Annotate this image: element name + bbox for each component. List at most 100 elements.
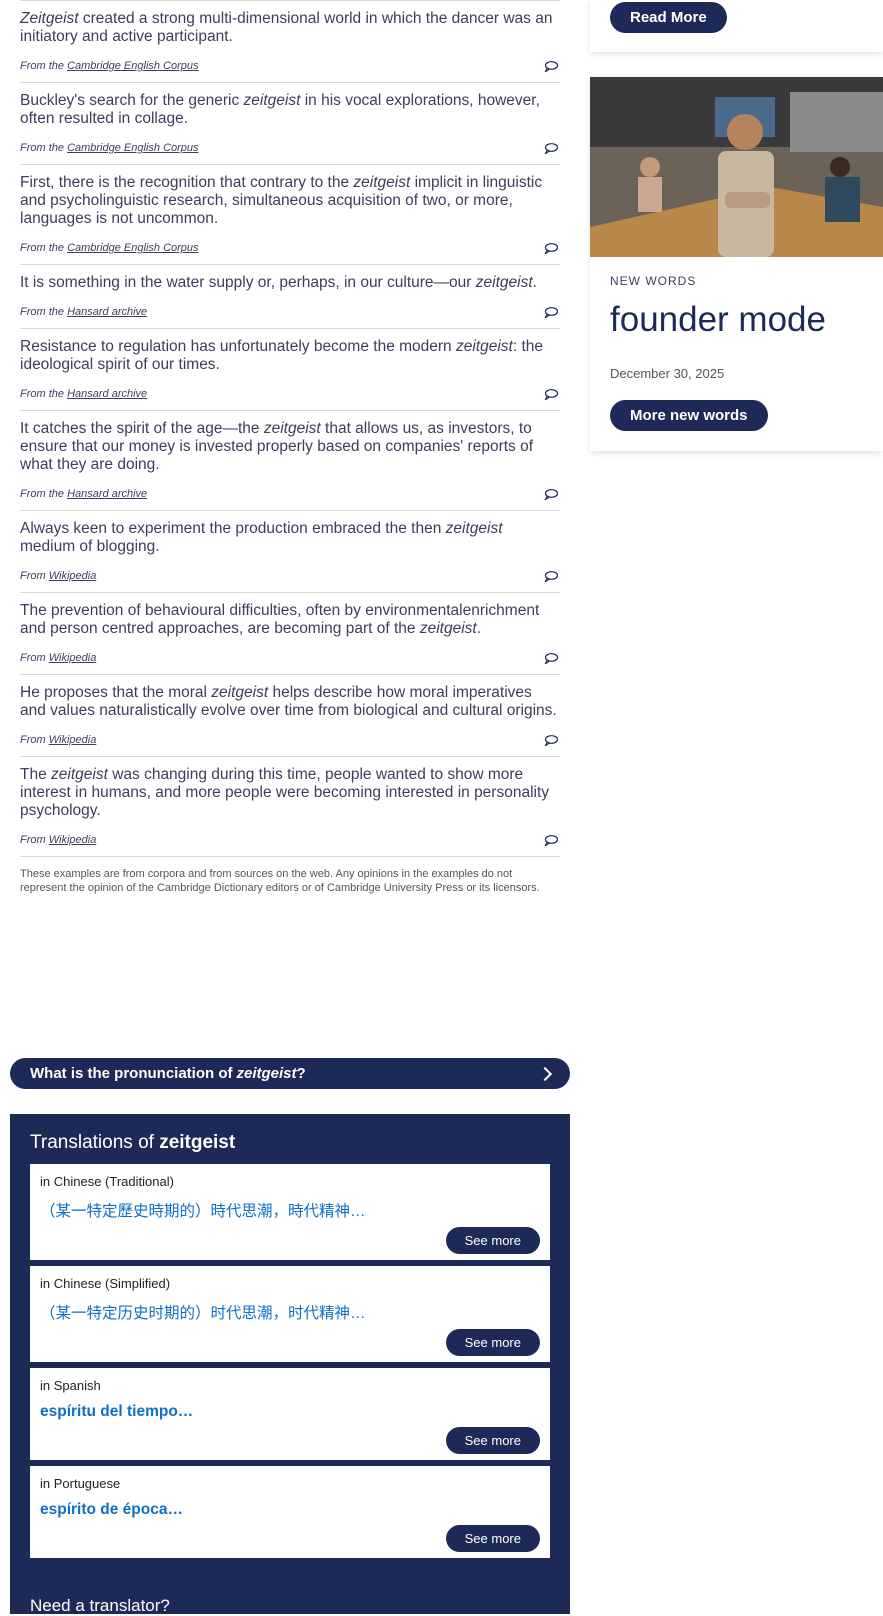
translation-text[interactable]: espíritu del tiempo… — [40, 1403, 540, 1421]
translation-actions: See more — [40, 1329, 540, 1356]
example-item: It catches the spirit of the age—the zei… — [20, 411, 560, 511]
sentence-text: . — [532, 274, 537, 291]
example-sentence: The prevention of behavioural difficulti… — [20, 602, 560, 638]
new-words-photo — [590, 77, 883, 257]
read-more-button[interactable]: Read More — [610, 2, 727, 33]
example-source-row: From the Hansard archive — [20, 386, 560, 402]
source-prefix: From — [20, 734, 46, 746]
source-link[interactable]: Wikipedia — [49, 652, 97, 664]
more-new-words-button[interactable]: More new words — [610, 400, 768, 431]
pronunciation-prefix: What is the pronunciation of — [30, 1065, 233, 1082]
translations-title-word: zeitgeist — [159, 1132, 236, 1153]
example-source: From the Cambridge English Corpus — [20, 242, 199, 254]
sentence-text: Always keen to experiment the production… — [20, 520, 446, 537]
translation-language: in Spanish — [40, 1378, 101, 1393]
feedback-icon[interactable] — [544, 570, 558, 582]
source-prefix: From the — [20, 242, 65, 254]
examples-disclaimer: These examples are from corpora and from… — [20, 868, 540, 894]
example-item: It is something in the water supply or, … — [20, 265, 560, 329]
example-item: He proposes that the moral zeitgeist hel… — [20, 675, 560, 757]
translation-text[interactable]: （某一特定历史时期的）时代思潮，时代精神… — [40, 1301, 540, 1323]
example-source-row: From the Cambridge English Corpus — [20, 240, 560, 256]
sentence-text: . — [476, 620, 482, 637]
source-link[interactable]: Cambridge English Corpus — [67, 60, 198, 72]
example-source: From the Hansard archive — [20, 388, 147, 400]
example-item: Zeitgeist created a strong multi-dimensi… — [20, 1, 560, 83]
source-prefix: From — [20, 652, 46, 664]
sentence-text: Buckley's search for the generic — [20, 92, 244, 109]
headword-highlight: zeitgeist — [353, 174, 411, 191]
translation-language: in Chinese (Traditional) — [40, 1174, 174, 1189]
translation-text[interactable]: espírito de época… — [40, 1501, 540, 1519]
feedback-icon[interactable] — [544, 488, 558, 500]
source-link[interactable]: Cambridge English Corpus — [67, 242, 198, 254]
feedback-icon[interactable] — [544, 142, 558, 154]
new-words-title[interactable]: founder mode — [610, 300, 826, 340]
translations-panel: Translations of zeitgeist in Chinese (Tr… — [10, 1114, 570, 1616]
example-item: Always keen to experiment the production… — [20, 511, 560, 593]
translation-text[interactable]: （某一特定歷史時期的）時代思潮，時代精神… — [40, 1199, 540, 1221]
see-more-button[interactable]: See more — [445, 1525, 540, 1552]
example-item: Buckley's search for the generic zeitgei… — [20, 83, 560, 165]
sentence-text: It is something in the water supply or, … — [20, 274, 476, 291]
headword-highlight: zeitgeist — [419, 620, 477, 637]
headword-highlight: Zeitgeist — [20, 10, 79, 27]
feedback-icon[interactable] — [544, 306, 558, 318]
examples-list: Zeitgeist created a strong multi-dimensi… — [20, 0, 560, 857]
example-source: From the Cambridge English Corpus — [20, 60, 199, 72]
example-source: From Wikipedia — [20, 570, 96, 582]
example-item: The prevention of behavioural difficulti… — [20, 593, 560, 675]
headword-highlight: zeitgeist — [263, 420, 321, 437]
example-item: Resistance to regulation has unfortunate… — [20, 329, 560, 411]
example-sentence: It catches the spirit of the age—the zei… — [20, 420, 560, 474]
main-column: Zeitgeist created a strong multi-dimensi… — [0, 0, 570, 895]
see-more-button[interactable]: See more — [445, 1227, 540, 1254]
sentence-text: The — [20, 766, 52, 783]
example-sentence: He proposes that the moral zeitgeist hel… — [20, 684, 560, 720]
sentence-text: Resistance to regulation has unfortunate… — [20, 338, 456, 355]
translation-actions: See more — [40, 1427, 540, 1454]
example-source: From the Hansard archive — [20, 306, 147, 318]
example-source-row: From the Hansard archive — [20, 304, 560, 320]
headword-highlight: zeitgeist — [51, 766, 108, 783]
sentence-text: medium of blogging. — [20, 538, 160, 555]
source-link[interactable]: Wikipedia — [49, 834, 97, 846]
example-source: From the Hansard archive — [20, 488, 147, 500]
translator-link[interactable]: Need a translator? — [30, 1596, 170, 1616]
feedback-icon[interactable] — [544, 388, 558, 400]
source-link[interactable]: Hansard archive — [67, 488, 147, 500]
feedback-icon[interactable] — [544, 242, 558, 254]
sidebar: Read More NEW WORDS founder mode Decembe… — [590, 0, 883, 451]
source-prefix: From the — [20, 488, 65, 500]
pronunciation-bar[interactable]: What is the pronunciation of zeitgeist ? — [10, 1058, 570, 1089]
example-sentence: It is something in the water supply or, … — [20, 274, 560, 292]
translation-language: in Chinese (Simplified) — [40, 1276, 171, 1291]
example-source: From Wikipedia — [20, 834, 96, 846]
example-sentence: Resistance to regulation has unfortunate… — [20, 338, 560, 374]
pronunciation-suffix: ? — [296, 1065, 306, 1082]
source-link[interactable]: Hansard archive — [67, 306, 147, 318]
new-words-date: December 30, 2025 — [610, 366, 725, 381]
source-link[interactable]: Wikipedia — [49, 734, 97, 746]
feedback-icon[interactable] — [544, 734, 558, 746]
feedback-icon[interactable] — [544, 652, 558, 664]
example-source-row: From Wikipedia — [20, 568, 560, 584]
source-prefix: From — [20, 570, 46, 582]
headword-highlight: zeitgeist — [445, 520, 503, 537]
source-link[interactable]: Wikipedia — [49, 570, 97, 582]
translation-actions: See more — [40, 1227, 540, 1254]
see-more-button[interactable]: See more — [445, 1329, 540, 1356]
translations-title: Translations of zeitgeist — [30, 1114, 550, 1164]
source-link[interactable]: Cambridge English Corpus — [67, 142, 198, 154]
new-words-kicker: NEW WORDS — [610, 274, 697, 288]
see-more-button[interactable]: See more — [445, 1427, 540, 1454]
translation-card: in Chinese (Traditional) （某一特定歷史時期的）時代思潮，… — [30, 1164, 550, 1260]
example-sentence: Always keen to experiment the production… — [20, 520, 560, 556]
source-link[interactable]: Hansard archive — [67, 388, 147, 400]
feedback-icon[interactable] — [544, 834, 558, 846]
feedback-icon[interactable] — [544, 60, 558, 72]
translation-cards: in Chinese (Traditional) （某一特定歷史時期的）時代思潮，… — [30, 1164, 550, 1558]
translation-card: in Portuguese espírito de época… See more — [30, 1466, 550, 1558]
source-prefix: From the — [20, 60, 65, 72]
example-source-row: From the Cambridge English Corpus — [20, 140, 560, 156]
